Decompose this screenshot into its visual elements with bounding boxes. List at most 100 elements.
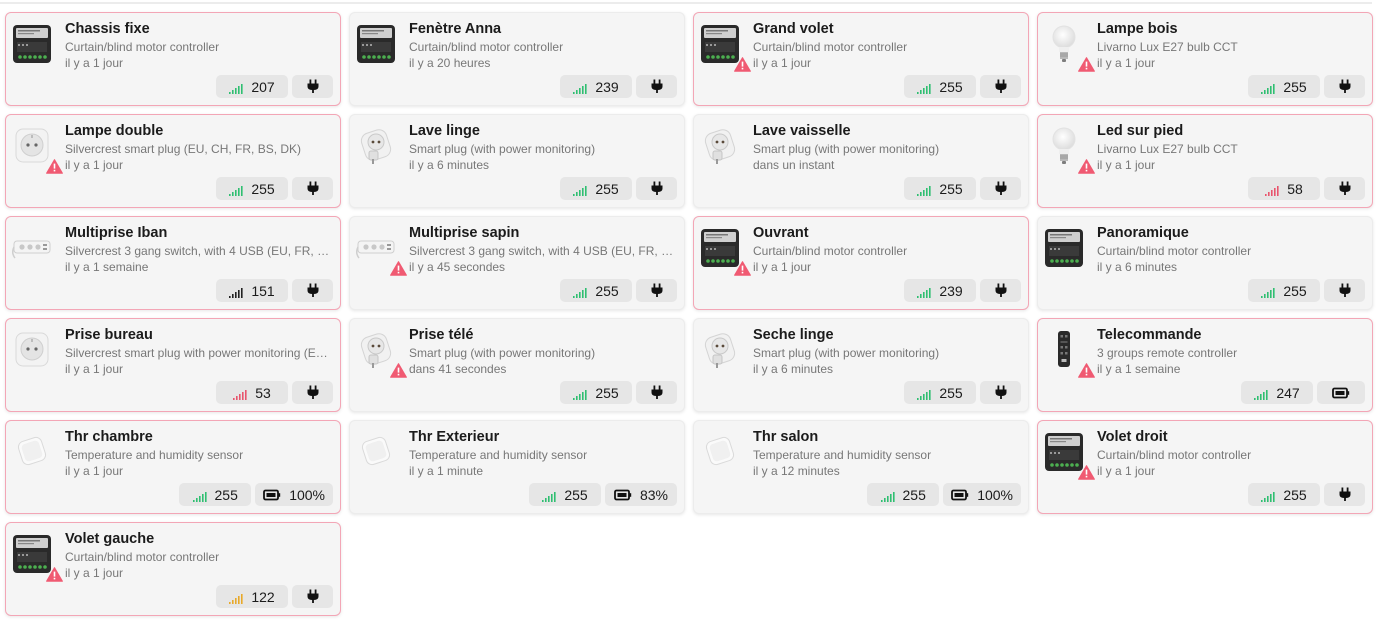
power-source-badge[interactable] <box>1324 279 1365 302</box>
battery-badge[interactable]: 100% <box>943 483 1021 506</box>
link-quality-badge[interactable]: 53 <box>216 381 288 404</box>
power-source-badge[interactable] <box>636 381 677 404</box>
power-source-badge[interactable] <box>980 75 1021 98</box>
link-quality-badge[interactable]: 239 <box>560 75 632 98</box>
link-quality-value: 255 <box>214 486 238 503</box>
link-quality-value: 255 <box>1283 78 1307 95</box>
device-name: Prise bureau <box>65 327 153 343</box>
device-description: Livarno Lux E27 bulb CCT <box>1097 40 1238 54</box>
device-card-13[interactable]: Prise télé Smart plug (with power monito… <box>349 318 685 412</box>
curtain-module-image <box>1044 227 1084 269</box>
link-quality-badge[interactable]: 255 <box>179 483 252 506</box>
power-source-badge[interactable] <box>292 177 333 200</box>
link-quality-badge[interactable]: 151 <box>216 279 288 302</box>
link-quality-badge[interactable]: 255 <box>560 381 632 404</box>
device-card-8[interactable]: Multiprise Iban Silvercrest 3 gang switc… <box>5 216 341 310</box>
signal-icon <box>229 183 243 196</box>
device-badges: 255 83% <box>529 483 677 506</box>
device-last-seen: il y a 1 semaine <box>65 260 149 274</box>
link-quality-value: 255 <box>939 78 963 95</box>
device-card-3[interactable]: Lampe bois Livarno Lux E27 bulb CCT il y… <box>1037 12 1373 106</box>
device-card-7[interactable]: Led sur pied Livarno Lux E27 bulb CCT il… <box>1037 114 1373 208</box>
device-description: Curtain/blind motor controller <box>753 40 908 54</box>
device-name: Prise télé <box>409 327 474 343</box>
link-quality-value: 239 <box>939 282 963 299</box>
device-last-seen: il y a 1 semaine <box>1097 362 1181 376</box>
device-card-15[interactable]: Telecommande 3 groups remote controller … <box>1037 318 1373 412</box>
device-card-0[interactable]: Chassis fixe Curtain/blind motor control… <box>5 12 341 106</box>
warning-icon <box>734 57 751 72</box>
link-quality-badge[interactable]: 255 <box>560 177 632 200</box>
top-divider <box>0 2 1372 4</box>
battery-icon <box>1332 387 1350 399</box>
device-card-10[interactable]: Ouvrant Curtain/blind motor controller i… <box>693 216 1029 310</box>
battery-badge[interactable]: 100% <box>255 483 333 506</box>
device-last-seen: il y a 1 jour <box>1097 56 1156 70</box>
battery-badge[interactable] <box>1317 381 1365 404</box>
power-strip-image <box>11 227 52 269</box>
device-card-6[interactable]: Lave vaisselle Smart plug (with power mo… <box>693 114 1029 208</box>
link-quality-badge[interactable]: 255 <box>904 75 976 98</box>
round-plug-image <box>356 125 396 167</box>
link-quality-badge[interactable]: 255 <box>1248 483 1320 506</box>
link-quality-badge[interactable]: 255 <box>1248 75 1320 98</box>
power-source-badge[interactable] <box>636 75 677 98</box>
power-source-badge[interactable] <box>980 279 1021 302</box>
power-source-badge[interactable] <box>980 177 1021 200</box>
device-card-18[interactable]: Thr salon Temperature and humidity senso… <box>693 420 1029 514</box>
device-last-seen: il y a 1 jour <box>65 362 124 376</box>
link-quality-badge[interactable]: 122 <box>216 585 288 608</box>
link-quality-badge[interactable]: 255 <box>1248 279 1320 302</box>
power-source-badge[interactable] <box>292 585 333 608</box>
power-source-badge[interactable] <box>636 177 677 200</box>
device-badges: 239 <box>560 75 677 98</box>
device-card-20[interactable]: Volet gauche Curtain/blind motor control… <box>5 522 341 616</box>
device-card-1[interactable]: Fenètre Anna Curtain/blind motor control… <box>349 12 685 106</box>
device-description: Temperature and humidity sensor <box>65 448 244 462</box>
link-quality-badge[interactable]: 255 <box>867 483 940 506</box>
link-quality-badge[interactable]: 239 <box>904 279 976 302</box>
plug-icon <box>306 79 320 94</box>
device-card-11[interactable]: Panoramique Curtain/blind motor controll… <box>1037 216 1373 310</box>
power-source-badge[interactable] <box>980 381 1021 404</box>
device-badges: 255 100% <box>179 483 333 506</box>
device-card-12[interactable]: Prise bureau Silvercrest smart plug with… <box>5 318 341 412</box>
device-card-16[interactable]: Thr chambre Temperature and humidity sen… <box>5 420 341 514</box>
link-quality-badge[interactable]: 255 <box>529 483 601 506</box>
link-quality-badge[interactable]: 255 <box>904 381 976 404</box>
power-source-badge[interactable] <box>1324 483 1365 506</box>
signal-icon <box>1265 183 1279 196</box>
link-quality-badge[interactable]: 255 <box>216 177 288 200</box>
device-card-2[interactable]: Grand volet Curtain/blind motor controll… <box>693 12 1029 106</box>
warning-icon <box>390 363 407 378</box>
device-card-19[interactable]: Volet droit Curtain/blind motor controll… <box>1037 420 1373 514</box>
device-card-4[interactable]: Lampe double Silvercrest smart plug (EU,… <box>5 114 341 208</box>
power-source-badge[interactable] <box>292 381 333 404</box>
signal-icon <box>573 387 587 400</box>
device-badges: 53 <box>216 381 333 404</box>
device-name: Telecommande <box>1097 327 1202 343</box>
device-card-17[interactable]: Thr Exterieur Temperature and humidity s… <box>349 420 685 514</box>
link-quality-badge[interactable]: 247 <box>1241 381 1313 404</box>
device-card-5[interactable]: Lave linge Smart plug (with power monito… <box>349 114 685 208</box>
device-card-14[interactable]: Seche linge Smart plug (with power monit… <box>693 318 1029 412</box>
power-source-badge[interactable] <box>292 75 333 98</box>
warning-icon <box>1078 363 1095 378</box>
link-quality-badge[interactable]: 255 <box>560 279 632 302</box>
power-source-badge[interactable] <box>1324 75 1365 98</box>
link-quality-badge[interactable]: 58 <box>1248 177 1320 200</box>
link-quality-badge[interactable]: 207 <box>216 75 288 98</box>
link-quality-badge[interactable]: 255 <box>904 177 976 200</box>
power-source-badge[interactable] <box>292 279 333 302</box>
device-card-9[interactable]: Multiprise sapin Silvercrest 3 gang swit… <box>349 216 685 310</box>
power-source-badge[interactable] <box>636 279 677 302</box>
device-name: Lave linge <box>409 123 480 139</box>
power-source-badge[interactable] <box>1324 177 1365 200</box>
device-badges: 255 <box>1248 279 1365 302</box>
plug-icon <box>994 283 1008 298</box>
plug-icon <box>650 283 664 298</box>
signal-icon <box>229 81 243 94</box>
battery-badge[interactable]: 83% <box>605 483 677 506</box>
device-last-seen: il y a 1 jour <box>65 566 124 580</box>
signal-icon <box>880 489 895 502</box>
